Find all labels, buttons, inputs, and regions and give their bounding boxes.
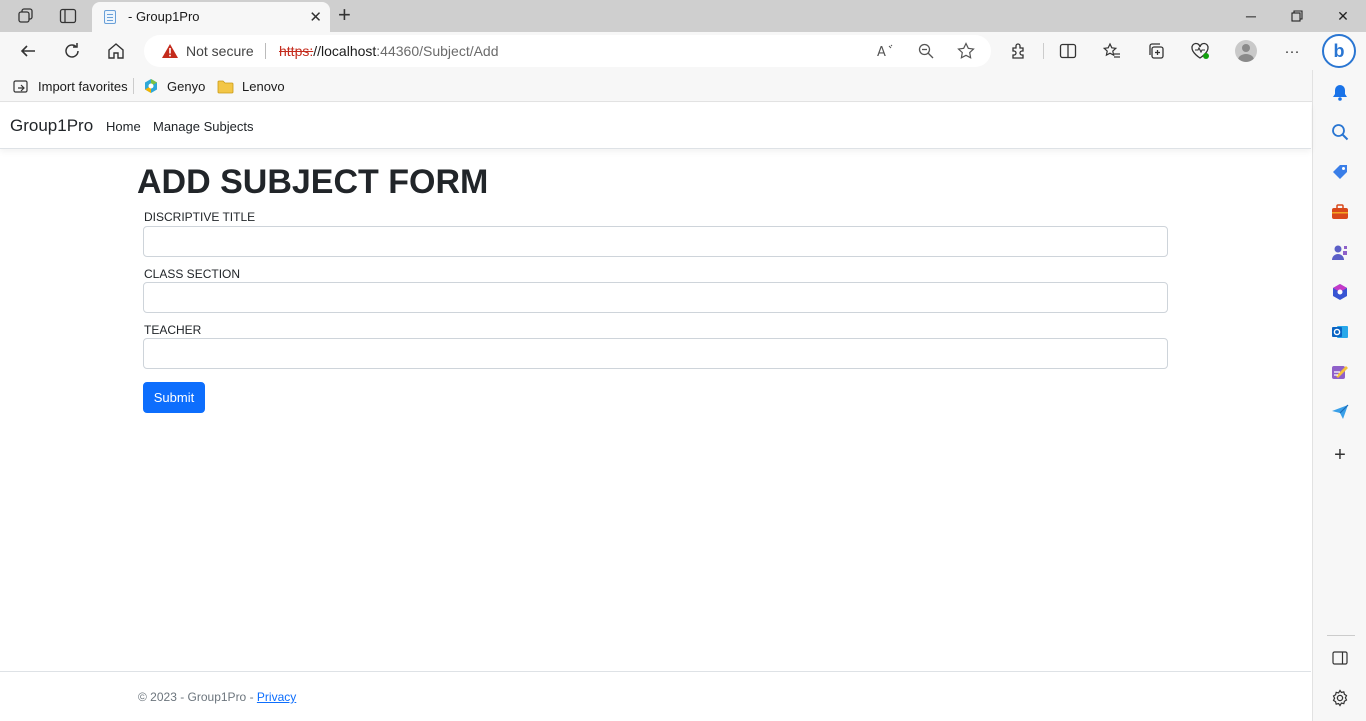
games-icon[interactable] — [1329, 241, 1351, 263]
tab-actions-icon[interactable] — [57, 6, 79, 26]
microsoft-365-icon[interactable] — [1329, 281, 1351, 303]
bookmark-label: Import favorites — [38, 78, 128, 94]
descriptive-title-input[interactable] — [143, 226, 1168, 257]
class-section-input[interactable] — [143, 282, 1168, 313]
bookmark-lenovo[interactable]: Lenovo — [217, 76, 285, 96]
close-window-icon[interactable]: ✕ — [1330, 6, 1356, 26]
tab-title: - Group1Pro — [128, 9, 200, 24]
favorite-star-icon[interactable] — [956, 41, 976, 61]
nav-link-manage-subjects[interactable]: Manage Subjects — [153, 119, 253, 134]
privacy-link[interactable]: Privacy — [257, 690, 296, 704]
divider — [133, 78, 134, 94]
url-host: //localhost — [313, 43, 377, 59]
footer-text: © 2023 - Group1Pro - Privacy — [138, 690, 296, 704]
bookmark-label: Genyo — [167, 78, 206, 94]
send-icon[interactable] — [1329, 401, 1351, 423]
page-icon — [104, 10, 116, 24]
url-text[interactable]: https://localhost:44360/Subject/Add — [279, 43, 499, 59]
hide-sidebar-icon[interactable] — [1329, 647, 1351, 669]
search-icon[interactable] — [1329, 121, 1351, 143]
divider — [265, 43, 266, 59]
split-screen-icon[interactable] — [1057, 41, 1079, 61]
folder-icon — [217, 79, 234, 94]
more-options-icon[interactable]: ··· — [1281, 41, 1303, 61]
bookmark-import-favorites[interactable]: Import favorites — [13, 76, 128, 96]
class-section-label: CLASS SECTION — [144, 267, 241, 281]
favorites-icon[interactable] — [1101, 41, 1123, 61]
site-navbar: Group1Pro Home Manage Subjects — [0, 103, 1311, 149]
favorites-bar: Import favorites Genyo Lenovo — [0, 70, 1312, 102]
site-footer: © 2023 - Group1Pro - Privacy — [0, 671, 1311, 721]
browser-essentials-icon[interactable] — [1189, 41, 1211, 61]
url-scheme: https: — [279, 43, 314, 59]
collections-icon[interactable] — [1145, 41, 1167, 61]
svg-text:A: A — [877, 45, 886, 59]
restore-icon[interactable] — [1284, 6, 1310, 26]
descriptive-title-label: DISCRIPTIVE TITLE — [144, 210, 256, 224]
divider — [1043, 43, 1044, 59]
bell-icon[interactable] — [1329, 81, 1351, 103]
settings-gear-icon[interactable] — [1329, 687, 1351, 709]
copilot-icon[interactable]: b — [1322, 34, 1356, 68]
warning-icon[interactable] — [161, 43, 179, 64]
back-icon[interactable] — [15, 39, 41, 63]
minimize-icon[interactable]: ─ — [1238, 6, 1264, 26]
tab-strip: - Group1Pro ✕ + ─ ✕ — [0, 0, 1366, 32]
site-brand-link[interactable]: Group1Pro — [10, 116, 93, 136]
submit-button[interactable]: Submit — [143, 382, 205, 413]
copyright-text: © 2023 - Group1Pro - — [138, 690, 257, 704]
page-title: ADD SUBJECT FORM — [137, 163, 489, 201]
profile-avatar[interactable] — [1235, 40, 1257, 62]
add-icon[interactable]: + — [1329, 444, 1351, 466]
teacher-input[interactable] — [143, 338, 1168, 369]
url-path: :44360/Subject/Add — [376, 43, 499, 59]
bookmark-genyo[interactable]: Genyo — [143, 76, 205, 96]
workspaces-icon[interactable] — [15, 6, 37, 26]
toolbox-icon[interactable] — [1329, 201, 1351, 223]
web-page: Group1Pro Home Manage Subjects ADD SUBJE… — [0, 103, 1311, 721]
read-aloud-icon[interactable]: A — [876, 41, 896, 61]
outlook-icon[interactable] — [1329, 321, 1351, 343]
shopping-tag-icon[interactable] — [1329, 161, 1351, 183]
home-icon[interactable] — [103, 39, 129, 63]
teacher-label: TEACHER — [144, 323, 202, 337]
nav-link-home[interactable]: Home — [106, 119, 141, 134]
designer-icon[interactable] — [1329, 361, 1351, 383]
genyo-icon — [143, 78, 159, 94]
refresh-icon[interactable] — [59, 39, 85, 63]
close-icon[interactable]: ✕ — [309, 8, 322, 26]
browser-toolbar: Not secure https://localhost:44360/Subje… — [0, 32, 1366, 70]
edge-sidebar: + — [1312, 70, 1366, 721]
bookmark-label: Lenovo — [242, 78, 285, 94]
address-bar[interactable]: Not secure https://localhost:44360/Subje… — [144, 35, 991, 67]
extensions-icon[interactable] — [1008, 41, 1030, 61]
security-label[interactable]: Not secure — [186, 43, 254, 59]
new-tab-icon[interactable]: + — [338, 4, 351, 26]
divider — [1327, 635, 1355, 636]
active-tab[interactable]: - Group1Pro ✕ — [92, 2, 330, 32]
zoom-out-icon[interactable] — [916, 41, 936, 61]
import-icon — [13, 79, 30, 94]
